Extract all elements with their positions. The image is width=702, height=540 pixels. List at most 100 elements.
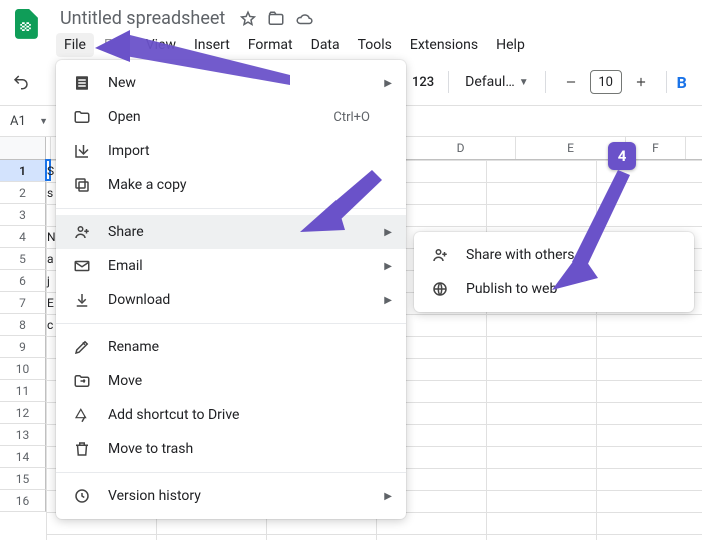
chevron-down-icon: ▼: [519, 77, 529, 88]
move-to-drive-icon[interactable]: [267, 10, 285, 28]
doc-title[interactable]: Untitled spreadsheet: [56, 6, 229, 31]
drive-shortcut-icon: [72, 405, 92, 425]
submenu-arrow-icon: ▶: [384, 295, 392, 306]
menu-trash[interactable]: Move to trash: [56, 432, 406, 466]
row-header[interactable]: 13: [0, 424, 46, 446]
email-icon: [72, 256, 92, 276]
menu-import[interactable]: Import: [56, 134, 406, 168]
download-icon: [72, 290, 92, 310]
menu-file[interactable]: File: [56, 33, 94, 57]
menu-import-label: Import: [108, 143, 150, 159]
row-header[interactable]: 1: [0, 160, 46, 182]
name-box[interactable]: A1 ▼: [6, 110, 52, 132]
menu-share-label: Share: [108, 224, 144, 240]
cloud-status-icon[interactable]: [295, 10, 313, 28]
row-header[interactable]: 15: [0, 468, 46, 490]
row-header[interactable]: 3: [0, 204, 46, 226]
submenu-arrow-icon: ▶: [384, 261, 392, 272]
menu-new-label: New: [108, 75, 136, 91]
menu-copy-label: Make a copy: [108, 177, 187, 193]
menu-separator: [56, 472, 406, 473]
chevron-down-icon: ▼: [39, 116, 48, 127]
copy-icon: [72, 175, 92, 195]
separator: [545, 71, 546, 93]
menu-version-history[interactable]: Version history ▶: [56, 479, 406, 513]
menu-open-shortcut: Ctrl+O: [333, 110, 370, 125]
menu-format[interactable]: Format: [240, 33, 301, 57]
menu-extensions[interactable]: Extensions: [402, 33, 486, 57]
menu-insert[interactable]: Insert: [186, 33, 238, 57]
row-header[interactable]: 8: [0, 314, 46, 336]
menu-add-shortcut[interactable]: Add shortcut to Drive: [56, 398, 406, 432]
font-size-input[interactable]: 10: [590, 70, 622, 94]
folder-open-icon: [72, 107, 92, 127]
submenu-arrow-icon: ▶: [384, 491, 392, 502]
import-icon: [72, 141, 92, 161]
menu-rename[interactable]: Rename: [56, 330, 406, 364]
globe-icon: [430, 279, 450, 299]
menu-new[interactable]: New ▶: [56, 66, 406, 100]
menu-share-others[interactable]: Share with others: [414, 238, 694, 272]
menu-data[interactable]: Data: [303, 33, 348, 57]
menu-tools[interactable]: Tools: [350, 33, 400, 57]
menu-trash-label: Move to trash: [108, 441, 193, 457]
menu-move[interactable]: Move: [56, 364, 406, 398]
menu-help[interactable]: Help: [488, 33, 533, 57]
font-name: Defaul…: [465, 74, 515, 90]
file-menu-panel: New ▶ Open Ctrl+O Import Make a copy Sha…: [56, 60, 406, 519]
row-header[interactable]: 10: [0, 358, 46, 380]
col-header[interactable]: D: [406, 137, 516, 159]
trash-icon: [72, 439, 92, 459]
row-header[interactable]: 14: [0, 446, 46, 468]
select-all-corner[interactable]: [0, 137, 46, 159]
row-header[interactable]: 2: [0, 182, 46, 204]
menu-email[interactable]: Email ▶: [56, 249, 406, 283]
menu-rename-label: Rename: [108, 339, 159, 355]
menu-email-label: Email: [108, 258, 143, 274]
menu-version-label: Version history: [108, 488, 201, 504]
menu-download-label: Download: [108, 292, 170, 308]
row-header[interactable]: 5: [0, 248, 46, 270]
bold-button[interactable]: B: [677, 73, 687, 92]
submenu-arrow-icon: ▶: [384, 227, 392, 238]
font-size-increase[interactable]: [626, 67, 656, 97]
menu-view[interactable]: View: [138, 33, 184, 57]
history-icon: [72, 486, 92, 506]
separator: [666, 71, 667, 93]
menu-open[interactable]: Open Ctrl+O: [56, 100, 406, 134]
rename-icon: [72, 337, 92, 357]
undo-button[interactable]: [6, 67, 36, 97]
menu-separator: [56, 323, 406, 324]
move-icon: [72, 371, 92, 391]
row-header[interactable]: 7: [0, 292, 46, 314]
row-header[interactable]: 11: [0, 380, 46, 402]
row-header[interactable]: 9: [0, 336, 46, 358]
submenu-arrow-icon: ▶: [384, 78, 392, 89]
menu-share[interactable]: Share ▶: [56, 215, 406, 249]
menu-share-others-label: Share with others: [466, 247, 575, 263]
menu-move-label: Move: [108, 373, 142, 389]
annotation-badge-4: 4: [608, 142, 636, 170]
name-box-value: A1: [10, 114, 26, 129]
menu-edit[interactable]: Edit: [96, 33, 136, 57]
person-add-icon: [430, 245, 450, 265]
font-size-decrease[interactable]: [556, 67, 586, 97]
sheets-logo[interactable]: [8, 6, 48, 46]
menu-download[interactable]: Download ▶: [56, 283, 406, 317]
row-header[interactable]: 16: [0, 490, 46, 512]
menubar: File Edit View Insert Format Data Tools …: [56, 31, 533, 59]
menu-shortcut-label: Add shortcut to Drive: [108, 407, 239, 423]
row-header[interactable]: 6: [0, 270, 46, 292]
person-add-icon: [72, 222, 92, 242]
format-123-button[interactable]: 123: [408, 75, 438, 90]
menu-open-label: Open: [108, 109, 141, 125]
row-header[interactable]: 12: [0, 402, 46, 424]
menu-publish-web[interactable]: Publish to web: [414, 272, 694, 306]
row-header[interactable]: 4: [0, 226, 46, 248]
separator: [448, 71, 449, 93]
font-select[interactable]: Defaul… ▼: [459, 67, 535, 97]
share-submenu-panel: Share with others Publish to web: [414, 232, 694, 312]
star-icon[interactable]: [239, 10, 257, 28]
new-sheet-icon: [72, 73, 92, 93]
menu-make-copy[interactable]: Make a copy: [56, 168, 406, 202]
